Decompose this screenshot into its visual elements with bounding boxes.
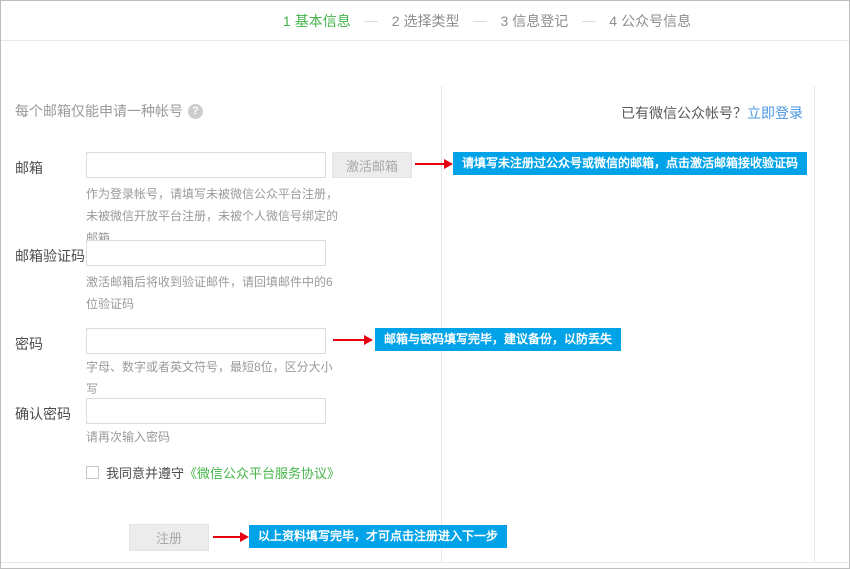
steps-nav: 1基本信息 — 2选择类型 — 3信息登记 — 4公众号信息 [283, 11, 691, 31]
agreement-checkbox[interactable] [86, 466, 99, 479]
step-number: 4 [609, 13, 617, 29]
agreement-text-label: 我同意并遵守 [106, 466, 184, 481]
password-label: 密码 [15, 334, 43, 354]
help-question-icon[interactable]: ? [188, 104, 203, 119]
step-label: 基本信息 [295, 13, 351, 29]
password-hint: 字母、数字或者英文符号，最短8位，区分大小写 [86, 356, 338, 400]
step-number: 3 [501, 13, 509, 29]
step-info-register: 3信息登记 [501, 11, 569, 31]
agreement-text: 我同意并遵守《微信公众平台服务协议》 [106, 463, 340, 482]
bottom-divider [1, 562, 849, 563]
email-limit-note: 每个邮箱仅能申请一种帐号 ? [15, 101, 203, 121]
email-callout: 请填写未注册过公众号或微信的邮箱，点击激活邮箱接收验证码 [453, 152, 807, 175]
confirm-password-label: 确认密码 [15, 404, 71, 424]
registration-page: 1基本信息 — 2选择类型 — 3信息登记 — 4公众号信息 每个邮箱仅能申请一… [0, 0, 850, 569]
step-label: 公众号信息 [621, 13, 691, 29]
step-account-info: 4公众号信息 [609, 11, 691, 31]
step-number: 2 [392, 13, 400, 29]
step-label: 信息登记 [512, 13, 568, 29]
password-callout: 邮箱与密码填写完毕，建议备份，以防丢失 [375, 328, 621, 351]
register-button[interactable]: 注册 [129, 524, 209, 551]
steps-header: 1基本信息 — 2选择类型 — 3信息登记 — 4公众号信息 [1, 1, 849, 41]
center-divider [441, 86, 442, 562]
login-prompt: 已有微信公众帐号？ [621, 105, 747, 121]
email-code-label: 邮箱验证码 [15, 246, 85, 266]
password-input[interactable] [86, 328, 326, 354]
arrow-to-register-callout [213, 536, 241, 538]
arrow-to-email-callout [415, 163, 445, 165]
note-text: 每个邮箱仅能申请一种帐号 [15, 101, 183, 121]
email-label: 邮箱 [15, 158, 43, 178]
email-code-input[interactable] [86, 240, 326, 266]
email-code-hint: 激活邮箱后将收到验证邮件，请回填邮件中的6位验证码 [86, 271, 338, 315]
right-divider [814, 86, 815, 562]
step-basic-info: 1基本信息 [283, 11, 351, 31]
service-agreement-link[interactable]: 《微信公众平台服务协议》 [184, 466, 340, 481]
step-separator: — [365, 13, 378, 28]
step-number: 1 [283, 13, 291, 29]
agreement-row: 我同意并遵守《微信公众平台服务协议》 [86, 463, 340, 482]
register-callout: 以上资料填写完毕，才可点击注册进入下一步 [249, 525, 507, 548]
email-input[interactable] [86, 152, 326, 178]
confirm-password-input[interactable] [86, 398, 326, 424]
login-now-link[interactable]: 立即登录 [747, 105, 803, 121]
arrow-to-password-callout [333, 339, 365, 341]
activate-email-button[interactable]: 激活邮箱 [332, 152, 412, 178]
step-separator: — [474, 13, 487, 28]
step-choose-type: 2选择类型 [392, 11, 460, 31]
step-separator: — [582, 13, 595, 28]
existing-account-area: 已有微信公众帐号？立即登录 [621, 103, 803, 123]
confirm-password-hint: 请再次输入密码 [86, 426, 338, 448]
step-label: 选择类型 [404, 13, 460, 29]
